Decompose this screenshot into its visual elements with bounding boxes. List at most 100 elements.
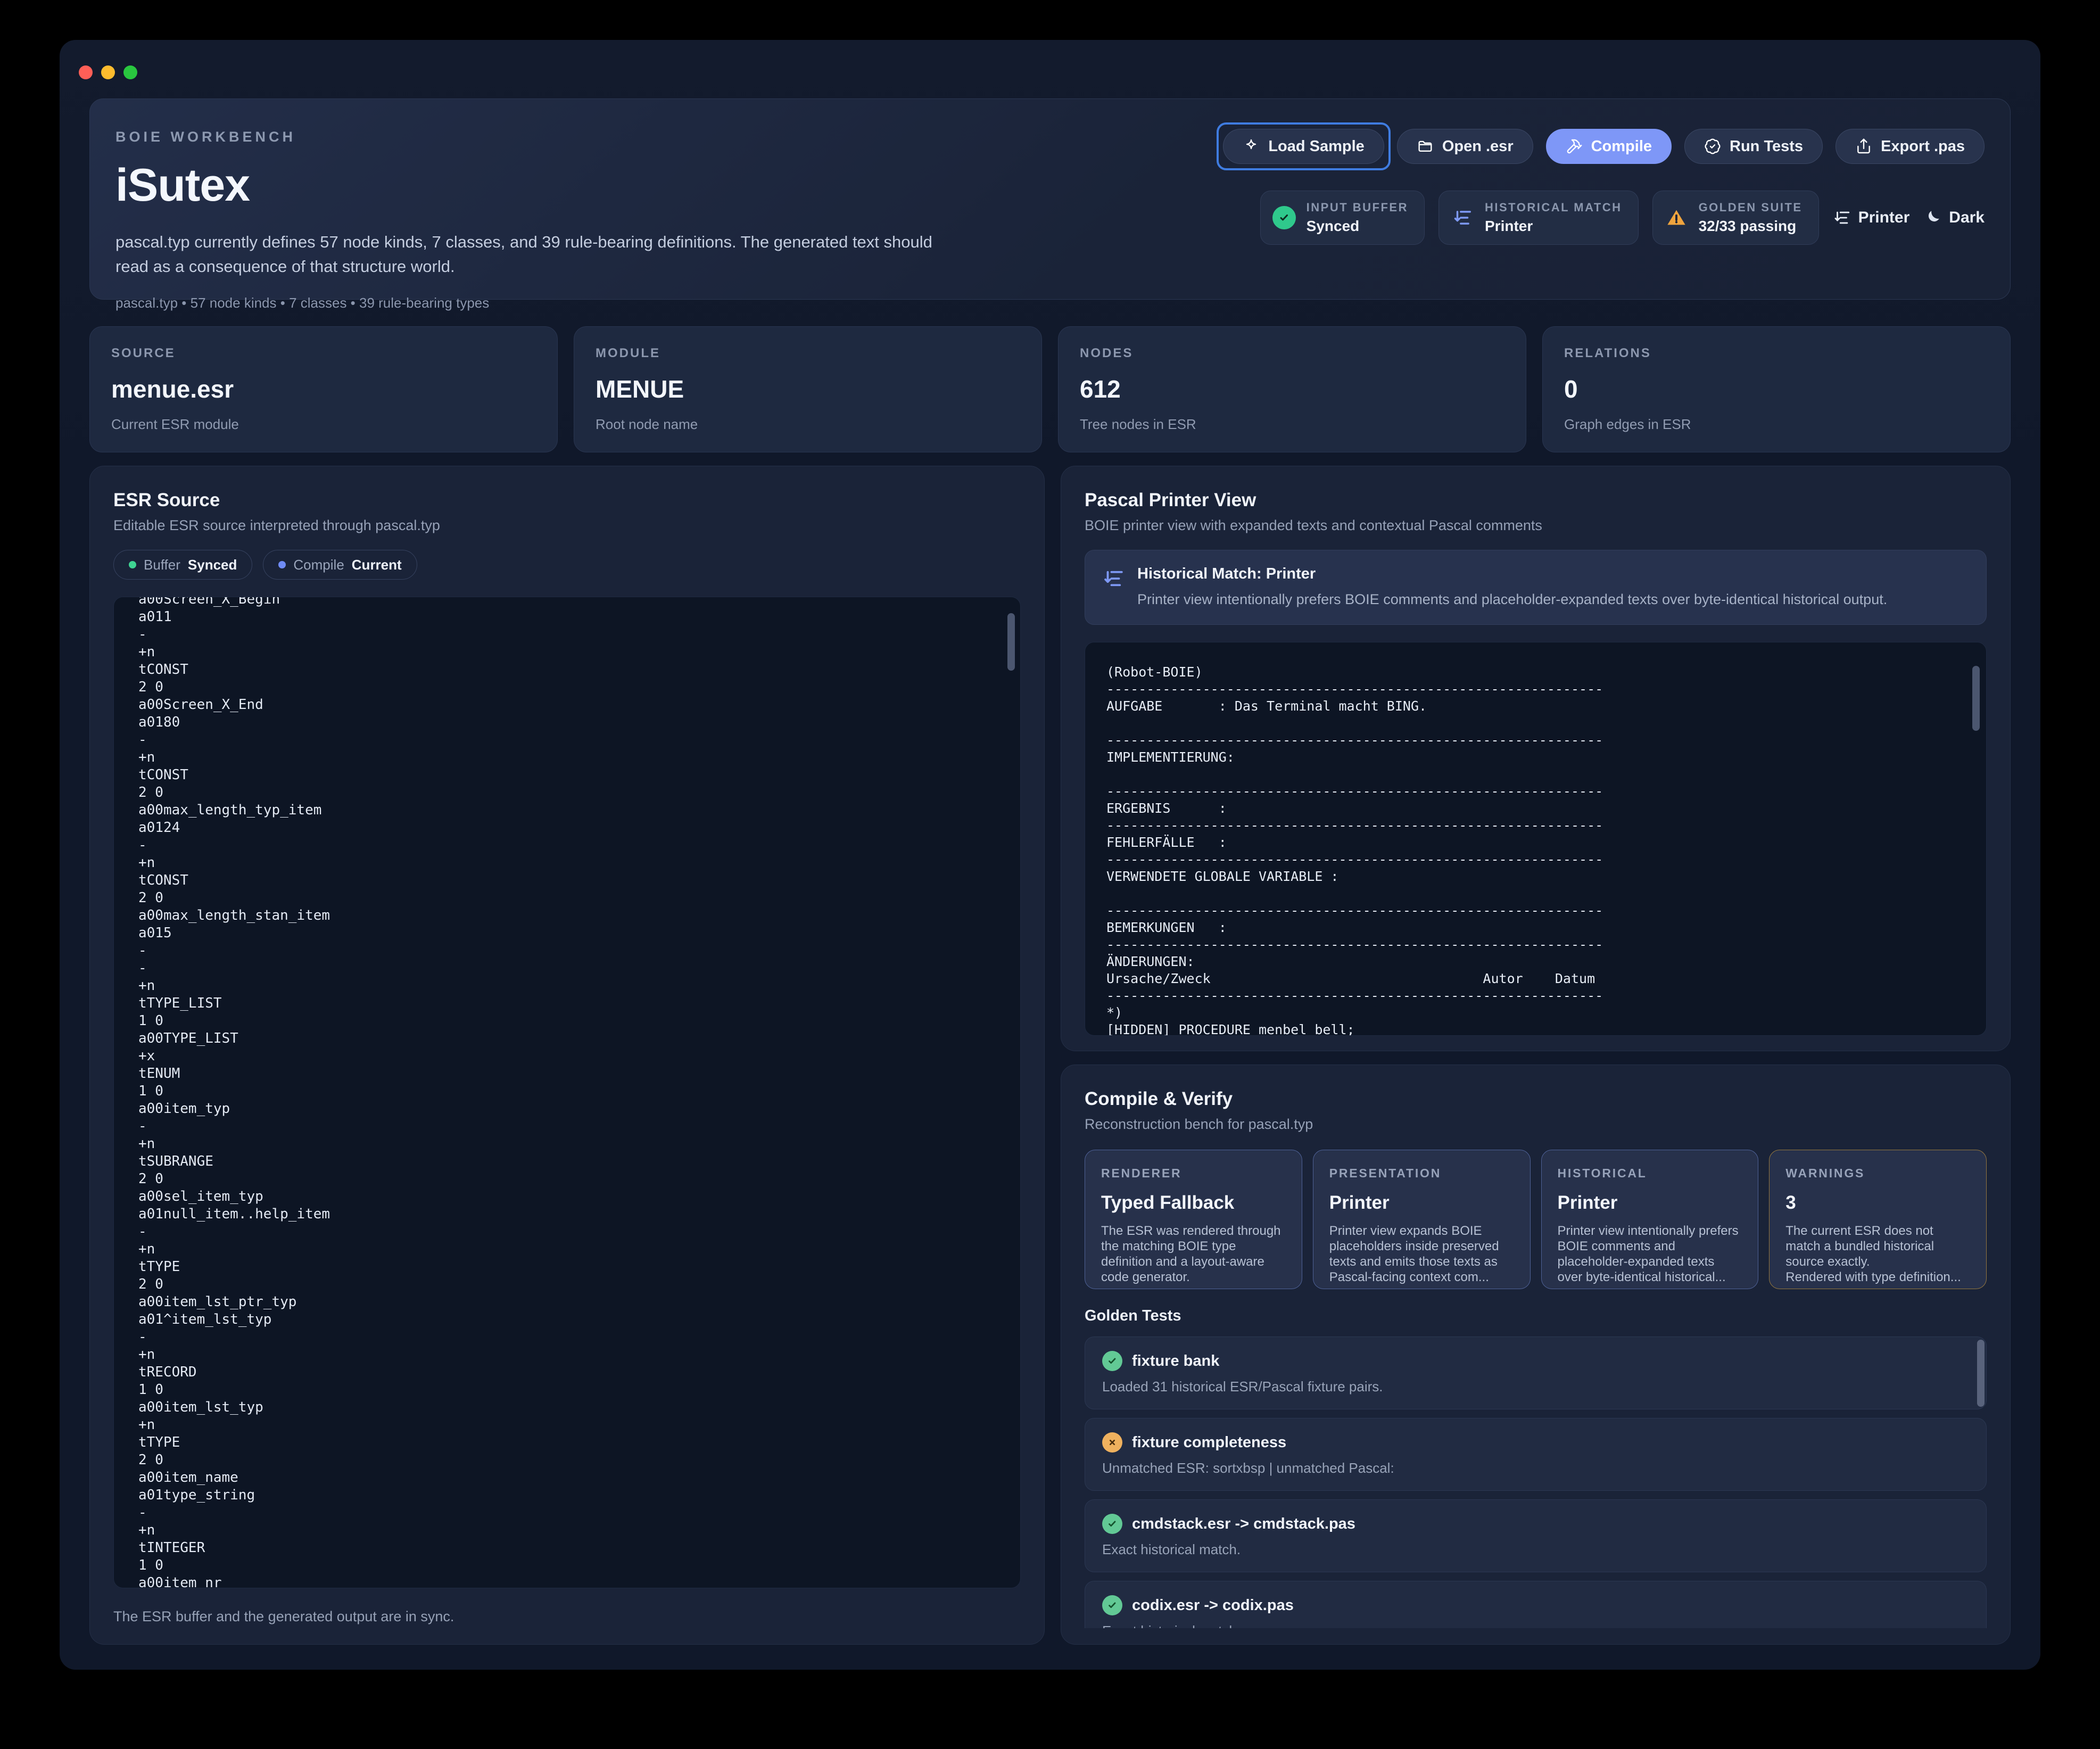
card-value: Typed Fallback [1101, 1192, 1286, 1214]
chip-label: INPUT BUFFER [1307, 201, 1408, 214]
hammer-icon [1566, 138, 1583, 155]
verify-summary-cards: RENDERER Typed Fallback The ESR was rend… [1085, 1150, 1987, 1289]
esr-source-code[interactable]: a00Screen_X_Begin a011 - +n tCONST 2 0 a… [138, 597, 996, 1588]
stat-value: 612 [1080, 375, 1504, 403]
sparkle-icon [1243, 138, 1260, 155]
load-sample-button[interactable]: Load Sample [1223, 129, 1384, 164]
card-label: WARNINGS [1785, 1166, 1970, 1181]
buffer-status-pill: Buffer Synced [113, 550, 252, 580]
pill-value: Current [352, 557, 402, 573]
printer-panel-subtitle: BOIE printer view with expanded texts an… [1085, 517, 1987, 534]
stat-value: 0 [1564, 375, 1989, 403]
stat-card-source: SOURCE menue.esr Current ESR module [89, 326, 558, 452]
dark-mode-toggle[interactable]: Dark [1923, 209, 1985, 227]
card-label: RENDERER [1101, 1166, 1286, 1181]
export-pas-button[interactable]: Export .pas [1836, 129, 1985, 164]
test-detail: Loaded 31 historical ESR/Pascal fixture … [1102, 1379, 1969, 1395]
stats-row: SOURCE menue.esr Current ESR module MODU… [89, 326, 2011, 442]
green-dot-icon [129, 561, 136, 568]
dark-toggle-label: Dark [1949, 209, 1985, 227]
card-value: 3 [1785, 1192, 1970, 1214]
compile-button[interactable]: Compile [1546, 129, 1672, 164]
check-circle-icon [1272, 206, 1296, 229]
test-name: fixture completeness [1132, 1434, 1286, 1451]
pascal-output-view[interactable]: (Robot-BOIE) ---------------------------… [1085, 642, 1987, 1036]
minimize-window-button[interactable] [101, 65, 115, 79]
check-circle-icon [1102, 1514, 1122, 1534]
esr-editor-scrollbar[interactable] [1007, 613, 1015, 671]
test-detail: Exact historical match. [1102, 1623, 1969, 1628]
card-value: Printer [1329, 1192, 1514, 1214]
printer-panel-title: Pascal Printer View [1085, 490, 1987, 511]
stat-sublabel: Current ESR module [111, 416, 536, 433]
notice-description: Printer view intentionally prefers BOIE … [1137, 589, 1887, 609]
golden-tests-title: Golden Tests [1085, 1307, 1987, 1325]
stat-sublabel: Tree nodes in ESR [1080, 416, 1504, 433]
card-description: The ESR was rendered through the matchin… [1101, 1223, 1286, 1285]
card-value: Printer [1558, 1192, 1742, 1214]
compile-status-pill: Compile Current [263, 550, 417, 580]
historical-match-notice: Historical Match: Printer Printer view i… [1085, 550, 1987, 625]
esr-source-panel: ESR Source Editable ESR source interpret… [89, 466, 1045, 1645]
stat-sublabel: Root node name [596, 416, 1020, 433]
esr-source-editor[interactable]: a00Screen_X_Begin a011 - +n tCONST 2 0 a… [113, 597, 1021, 1588]
test-row-codix[interactable]: codix.esr -> codix.pas Exact historical … [1085, 1581, 1987, 1628]
card-description: The current ESR does not match a bundled… [1785, 1223, 1970, 1285]
notice-title: Historical Match: Printer [1137, 565, 1887, 583]
close-window-button[interactable] [79, 65, 93, 79]
pill-value: Synced [188, 557, 237, 573]
renderer-card: RENDERER Typed Fallback The ESR was rend… [1085, 1150, 1302, 1289]
toolbar: Load Sample Open .esr Compile Run Tests … [1223, 129, 1985, 164]
stat-sublabel: Graph edges in ESR [1564, 416, 1989, 433]
open-esr-button[interactable]: Open .esr [1397, 129, 1533, 164]
window-controls [79, 65, 137, 79]
folder-icon [1417, 138, 1434, 155]
badge-check-icon [1704, 138, 1721, 155]
pascal-output-code: (Robot-BOIE) ---------------------------… [1106, 664, 1965, 1036]
chip-value: Synced [1307, 218, 1408, 235]
stat-card-relations: RELATIONS 0 Graph edges in ESR [1542, 326, 2011, 452]
app-description: pascal.typ currently defines 57 node kin… [115, 230, 946, 279]
open-esr-label: Open .esr [1442, 138, 1514, 155]
esr-status-pills: Buffer Synced Compile Current [113, 550, 1021, 580]
header-card: BOIE WORKBENCH iSutex pascal.typ current… [89, 98, 2011, 300]
run-tests-button[interactable]: Run Tests [1684, 129, 1823, 164]
test-row-fixture-bank[interactable]: fixture bank Loaded 31 historical ESR/Pa… [1085, 1336, 1987, 1409]
test-name: fixture bank [1132, 1352, 1219, 1370]
blue-dot-icon [278, 561, 286, 568]
card-description: Printer view intentionally prefers BOIE … [1558, 1223, 1742, 1285]
printer-view-toggle[interactable]: Printer [1833, 209, 1910, 227]
warnings-card: WARNINGS 3 The current ESR does not matc… [1769, 1150, 1987, 1289]
test-row-cmdstack[interactable]: cmdstack.esr -> cmdstack.pas Exact histo… [1085, 1499, 1987, 1572]
printer-lines-icon [1833, 209, 1851, 227]
warning-triangle-icon [1665, 206, 1688, 229]
printer-lines-icon [1451, 206, 1474, 229]
card-description: Printer view expands BOIE placeholders i… [1329, 1223, 1514, 1285]
compile-verify-panel: Compile & Verify Reconstruction bench fo… [1061, 1065, 2011, 1645]
test-detail: Unmatched ESR: sortxbsp | unmatched Pasc… [1102, 1460, 1969, 1476]
zoom-window-button[interactable] [123, 65, 137, 79]
stat-label: SOURCE [111, 346, 536, 361]
verify-panel-title: Compile & Verify [1085, 1088, 1987, 1110]
card-label: PRESENTATION [1329, 1166, 1514, 1181]
esr-panel-subtitle: Editable ESR source interpreted through … [113, 517, 1021, 534]
test-row-fixture-completeness[interactable]: fixture completeness Unmatched ESR: sort… [1085, 1418, 1987, 1491]
compile-label: Compile [1591, 138, 1652, 155]
historical-card: HISTORICAL Printer Printer view intentio… [1541, 1150, 1759, 1289]
printer-lines-icon [1102, 567, 1125, 590]
app-window: BOIE WORKBENCH iSutex pascal.typ current… [60, 40, 2040, 1670]
status-chip-row: INPUT BUFFER Synced HISTORICAL MATCH Pri… [1260, 191, 1985, 245]
card-label: HISTORICAL [1558, 1166, 1742, 1181]
load-sample-label: Load Sample [1268, 138, 1365, 155]
golden-tests-list[interactable]: fixture bank Loaded 31 historical ESR/Pa… [1085, 1336, 1987, 1628]
test-detail: Exact historical match. [1102, 1541, 1969, 1558]
golden-suite-chip: GOLDEN SUITE 32/33 passing [1652, 191, 1819, 245]
stat-value: MENUE [596, 375, 1020, 403]
pascal-printer-panel: Pascal Printer View BOIE printer view wi… [1061, 466, 2011, 1051]
tests-list-scrollbar[interactable] [1977, 1340, 1985, 1407]
export-pas-label: Export .pas [1881, 138, 1965, 155]
input-buffer-chip: INPUT BUFFER Synced [1260, 191, 1425, 245]
test-name: cmdstack.esr -> cmdstack.pas [1132, 1515, 1355, 1533]
chip-value: 32/33 passing [1699, 218, 1803, 235]
pascal-view-scrollbar[interactable] [1972, 666, 1980, 731]
